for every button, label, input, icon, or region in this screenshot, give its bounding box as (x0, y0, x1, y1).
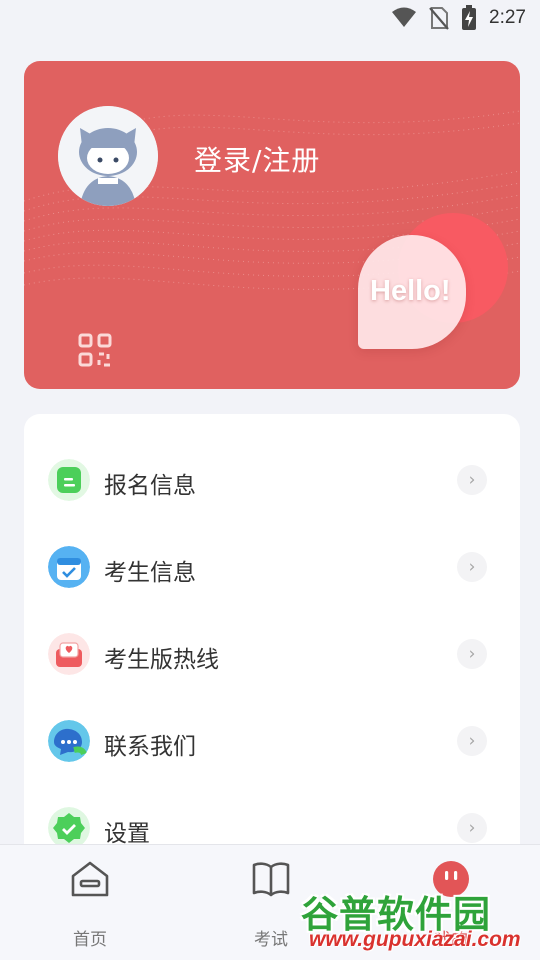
contact-us-icon (48, 720, 90, 762)
status-time: 2:27 (489, 7, 526, 28)
menu-item-registration-info[interactable]: 报名信息 › (24, 444, 520, 514)
hello-text: Hello! (370, 275, 451, 307)
chevron-right-icon: › (457, 726, 487, 756)
menu-item-contact-us[interactable]: 联系我们 › (24, 705, 520, 775)
chevron-right-icon: › (457, 813, 487, 843)
menu-item-hotline[interactable]: 考生版热线 › (24, 618, 520, 688)
menu-item-candidate-info[interactable]: 考生信息 › (24, 531, 520, 601)
home-icon (70, 859, 110, 903)
menu-item-label: 联系我们 (104, 734, 196, 760)
menu-item-label: 报名信息 (104, 473, 196, 499)
no-sim-icon (429, 6, 449, 30)
nav-label: 首页 (73, 930, 107, 950)
hello-illustration: Hello! (358, 211, 520, 361)
menu-item-label: 考生版热线 (104, 647, 219, 673)
watermark-url: www.gupuxiazai.com (309, 928, 521, 951)
menu-item-label: 考生信息 (104, 560, 196, 586)
book-icon (251, 859, 291, 903)
battery-charging-icon (461, 5, 477, 31)
menu-item-label: 设置 (104, 821, 150, 847)
chevron-right-icon: › (457, 639, 487, 669)
watermark: 谷普软件园 www.gupuxiazai.com (297, 884, 540, 960)
wifi-icon (391, 7, 417, 29)
login-register-link[interactable]: 登录/注册 (194, 139, 320, 179)
candidate-info-icon (48, 546, 90, 588)
status-bar: 2:27 (0, 0, 540, 36)
hotline-icon (48, 633, 90, 675)
nav-item-home[interactable]: 首页 (30, 845, 150, 960)
avatar-icon[interactable] (58, 106, 158, 206)
registration-info-icon (48, 459, 90, 501)
chevron-right-icon: › (457, 465, 487, 495)
chevron-right-icon: › (457, 552, 487, 582)
profile-card[interactable]: 登录/注册 Hello! (24, 61, 520, 389)
settings-icon (48, 807, 90, 849)
menu-card: 报名信息 › 考生信息 › 考生版热线 › 联系我们 › 设置 › (24, 414, 520, 874)
qr-code-icon[interactable] (78, 333, 112, 371)
